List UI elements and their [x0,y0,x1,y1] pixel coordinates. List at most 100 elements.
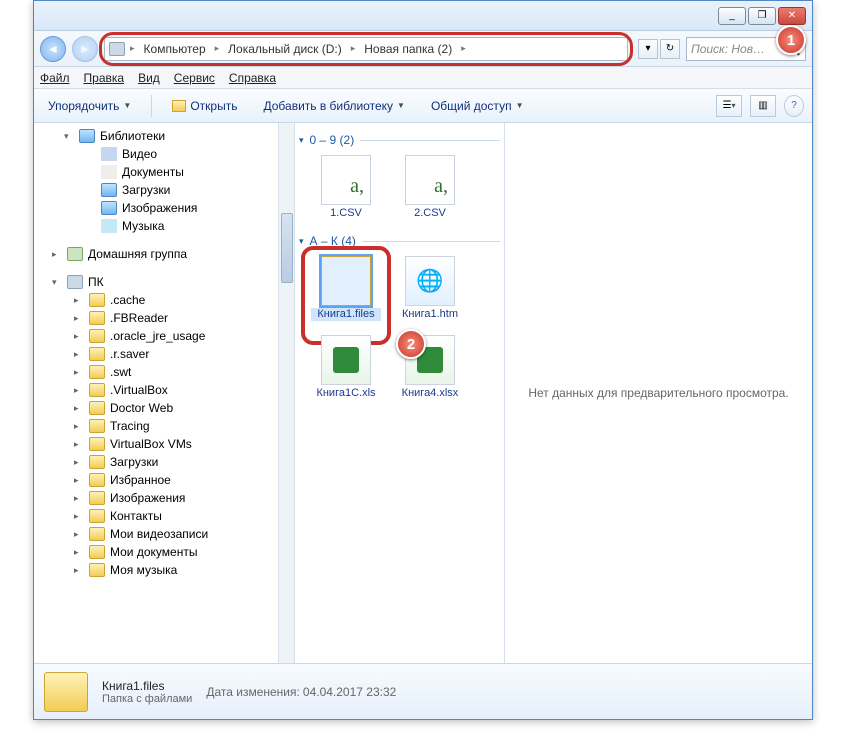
tree-documents[interactable]: Документы [34,163,278,181]
forward-button[interactable]: ► [72,36,98,62]
tree-folder[interactable]: ▸VirtualBox VMs [34,435,278,453]
tree-folder[interactable]: ▸.VirtualBox [34,381,278,399]
chevron-right-icon: ▸ [128,43,137,54]
folder-icon [89,563,105,577]
homegroup-icon [67,247,83,261]
tree-pc[interactable]: ▾ПК [34,273,278,291]
folder-icon [89,347,105,361]
menu-bar: Файл Правка Вид Сервис Справка [34,67,812,89]
breadcrumb-folder[interactable]: Новая папка (2) [360,40,456,58]
expand-icon[interactable]: ▾ [64,131,74,142]
libraries-icon [79,129,95,143]
nav-tree[interactable]: ▾Библиотеки Видео Документы Загрузки Изо… [34,123,279,663]
file-list[interactable]: ▾ 0 – 9 (2) 1.CSV 2.CSV ▾ А – К (4) [295,123,505,663]
collapse-icon[interactable]: ▾ [299,135,304,146]
tree-folder[interactable]: ▸.swt [34,363,278,381]
menu-edit[interactable]: Правка [84,71,125,85]
organize-button[interactable]: Упорядочить ▼ [42,95,137,117]
tree-scrollbar[interactable] [279,123,295,663]
details-thumbnail-icon [44,672,88,712]
tree-images[interactable]: Изображения [34,199,278,217]
file-label: Книга4.xlsx [395,387,465,400]
csv-file-icon [321,155,371,205]
tree-folder[interactable]: ▸Мои документы [34,543,278,561]
tree-downloads[interactable]: Загрузки [34,181,278,199]
details-modified-value: 04.04.2017 23:32 [303,685,396,699]
folder-open-icon [172,100,186,112]
tree-homegroup[interactable]: ▸Домашняя группа [34,245,278,263]
details-name: Книга1.files [102,679,192,693]
menu-file[interactable]: Файл [40,71,70,85]
folder-icon [89,365,105,379]
details-modified-label: Дата изменения: [206,685,300,699]
address-dropdown-button[interactable]: ▾ [638,39,658,59]
refresh-button[interactable]: ↻ [660,39,680,59]
address-bar[interactable]: ▸ Компьютер ▸ Локальный диск (D:) ▸ Нова… [104,37,628,61]
group-header-ak[interactable]: ▾ А – К (4) [299,234,500,248]
nav-row: ◄ ► ▸ Компьютер ▸ Локальный диск (D:) ▸ … [34,31,812,67]
tree-folder[interactable]: ▸Контакты [34,507,278,525]
tree-libraries[interactable]: ▾Библиотеки [34,127,278,145]
separator [151,95,152,117]
tree-folder[interactable]: ▸Tracing [34,417,278,435]
tree-folder[interactable]: ▸.oracle_jre_usage [34,327,278,345]
add-to-library-button[interactable]: Добавить в библиотеку ▼ [257,95,410,117]
scrollbar-thumb[interactable] [281,213,293,283]
group-header-09[interactable]: ▾ 0 – 9 (2) [299,133,500,147]
folder-icon [89,293,105,307]
explorer-window: _ ❐ ✕ ◄ ► ▸ Компьютер ▸ Локальный диск (… [33,0,813,720]
chevron-right-icon: ▸ [213,43,222,54]
tree-music[interactable]: Музыка [34,217,278,235]
tree-folder[interactable]: ▸Избранное [34,471,278,489]
file-label: Книга1С.xls [311,387,381,400]
file-item[interactable]: Книга1.htm [395,256,465,321]
tree-folder[interactable]: ▸Изображения [34,489,278,507]
file-item-selected[interactable]: Книга1.files [311,256,381,321]
computer-icon [109,42,125,56]
folder-icon [89,473,105,487]
images-icon [101,201,117,215]
tree-folder[interactable]: ▸Мои видеозаписи [34,525,278,543]
folder-icon [89,455,105,469]
tree-video[interactable]: Видео [34,145,278,163]
music-icon [101,219,117,233]
back-button[interactable]: ◄ [40,36,66,62]
share-button[interactable]: Общий доступ ▼ [425,95,530,117]
breadcrumb-computer[interactable]: Компьютер [140,40,210,58]
title-bar: _ ❐ ✕ [34,1,812,31]
tree-folder[interactable]: ▸.r.saver [34,345,278,363]
file-label: 1.CSV [311,207,381,220]
file-item[interactable]: Книга1С.xls [311,335,381,400]
folder-icon [89,491,105,505]
menu-tools[interactable]: Сервис [174,71,215,85]
details-pane: Книга1.files Папка с файлами Дата измене… [34,663,812,719]
file-item[interactable]: 2.CSV [395,155,465,220]
help-button[interactable]: ? [784,95,804,117]
chevron-down-icon: ▼ [123,101,131,110]
folder-icon [89,545,105,559]
menu-view[interactable]: Вид [138,71,160,85]
tree-folder[interactable]: ▸Моя музыка [34,561,278,579]
tree-folder[interactable]: ▸Doctor Web [34,399,278,417]
breadcrumb-drive[interactable]: Локальный диск (D:) [224,40,346,58]
collapse-icon[interactable]: ▾ [299,236,304,247]
annotation-badge-2: 2 [396,329,426,359]
menu-help[interactable]: Справка [229,71,276,85]
file-item[interactable]: 1.CSV [311,155,381,220]
downloads-icon [101,183,117,197]
close-button[interactable]: ✕ [778,7,806,25]
tree-folder[interactable]: ▸.FBReader [34,309,278,327]
view-options-button[interactable]: ☰ ▾ [716,95,742,117]
maximize-button[interactable]: ❐ [748,7,776,25]
tree-folder[interactable]: ▸Загрузки [34,453,278,471]
expand-icon[interactable]: ▾ [52,277,62,288]
folder-icon [89,419,105,433]
minimize-button[interactable]: _ [718,7,746,25]
documents-icon [101,165,117,179]
file-label: Книга1.htm [395,308,465,321]
preview-pane-button[interactable]: ▥ [750,95,776,117]
open-button[interactable]: Открыть [166,95,243,117]
tree-folder[interactable]: ▸.cache [34,291,278,309]
expand-icon[interactable]: ▸ [52,249,62,260]
search-placeholder: Поиск: Нов… [691,42,765,56]
